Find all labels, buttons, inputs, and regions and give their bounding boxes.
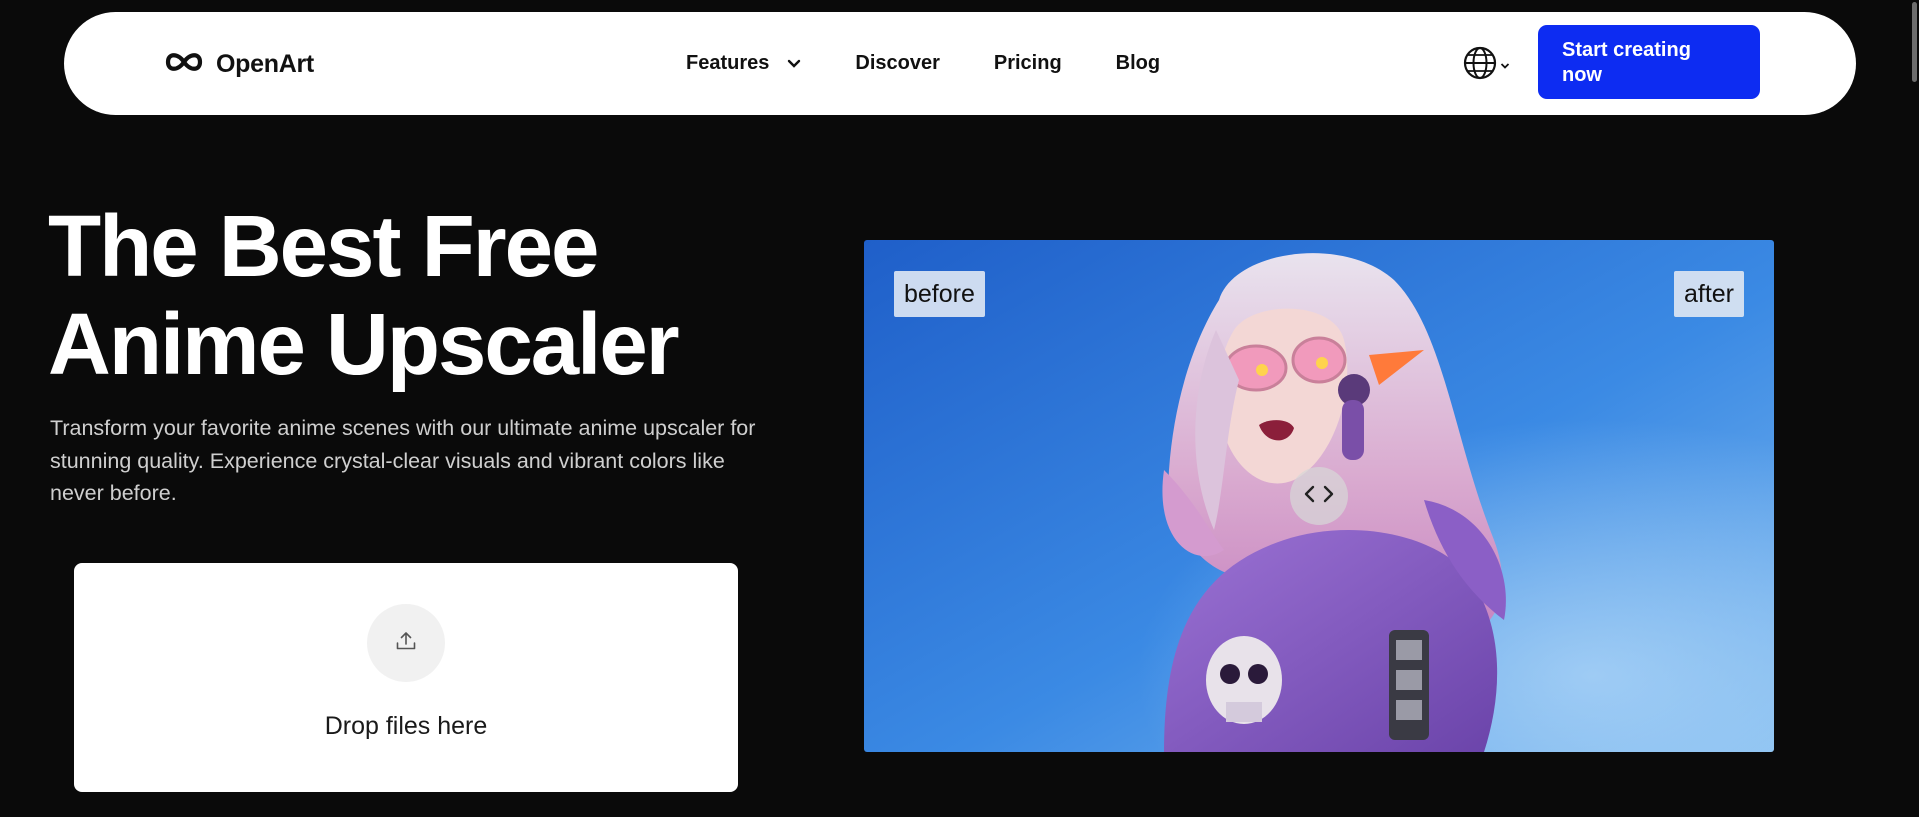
brand-name: OpenArt: [216, 49, 314, 78]
main-nav: Features Discover Pricing Blog: [686, 12, 1160, 115]
nav-discover[interactable]: Discover: [855, 52, 940, 75]
dropzone-label: Drop files here: [324, 712, 488, 740]
nav-pricing[interactable]: Pricing: [994, 52, 1062, 75]
chevron-down-icon: [1500, 57, 1510, 75]
compare-arrows-icon: [1302, 484, 1336, 509]
start-creating-button[interactable]: Start creating now: [1538, 25, 1760, 99]
compare-slider-handle[interactable]: [1290, 467, 1348, 525]
top-navbar: OpenArt Features Discover Pricing Blog S…: [64, 12, 1856, 115]
hero-title: The Best Free Anime Upscaler: [48, 198, 680, 394]
chevron-down-icon: [787, 52, 801, 75]
upload-dropzone[interactable]: Drop files here: [74, 563, 738, 792]
hero-description: Transform your favorite anime scenes wit…: [50, 416, 756, 505]
upload-button[interactable]: [367, 604, 445, 682]
upload-icon: [394, 629, 418, 658]
nav-features-label: Features: [686, 52, 770, 74]
hero-title-line-2: Anime Upscaler: [48, 296, 680, 393]
hero-title-line-1: The Best Free: [48, 198, 599, 295]
page-scrollbar[interactable]: [1912, 2, 1917, 82]
after-label: after: [1673, 271, 1744, 317]
nav-features[interactable]: Features: [686, 52, 801, 75]
language-selector[interactable]: [1462, 45, 1510, 86]
before-after-comparison[interactable]: before after: [864, 240, 1774, 752]
brand-logo[interactable]: OpenArt: [160, 48, 314, 80]
openart-logo-icon: [160, 47, 208, 82]
before-label: before: [894, 271, 985, 317]
globe-icon: [1462, 45, 1498, 86]
nav-blog[interactable]: Blog: [1116, 52, 1160, 75]
